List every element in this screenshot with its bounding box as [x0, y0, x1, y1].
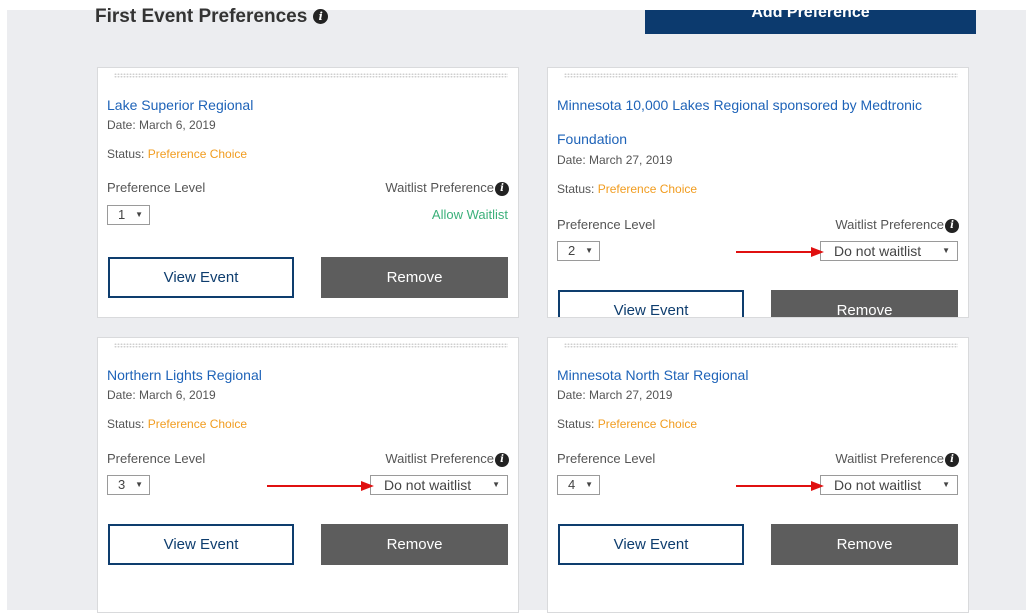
date-value: March 27, 2019: [589, 153, 673, 167]
status-value: Preference Choice: [597, 417, 698, 431]
section-title-text: First Event Preferences: [95, 6, 308, 27]
event-card-lake-superior: Lake Superior Regional Date: March 6, 20…: [97, 67, 519, 318]
status-value: Preference Choice: [597, 182, 698, 196]
chevron-down-icon: ▼: [135, 210, 143, 219]
preference-level-select[interactable]: 1 ▼: [107, 205, 150, 225]
preference-level-value: 3: [118, 477, 126, 492]
waitlist-preference-label: Waitlist Preference i: [385, 451, 509, 467]
status-prefix: Status:: [107, 417, 148, 431]
event-status: Status: Preference Choice: [107, 417, 247, 431]
allow-waitlist-text: Allow Waitlist: [431, 207, 508, 222]
red-arrow-icon: [736, 247, 824, 257]
event-status: Status: Preference Choice: [107, 147, 247, 161]
info-icon[interactable]: i: [495, 181, 509, 196]
date-prefix: Date:: [557, 388, 590, 402]
remove-button[interactable]: Remove: [771, 524, 958, 565]
waitlist-preference-value: Do not waitlist: [384, 477, 472, 493]
event-name-link[interactable]: Lake Superior Regional: [107, 88, 504, 122]
waitlist-preference-label: Waitlist Preference i: [385, 180, 509, 196]
date-value: March 6, 2019: [139, 118, 216, 132]
chevron-down-icon: ▼: [942, 480, 950, 489]
status-prefix: Status:: [557, 417, 598, 431]
section-title: First Event Preferences i: [95, 6, 329, 28]
chevron-down-icon: ▼: [135, 480, 143, 489]
drag-handle[interactable]: [114, 73, 508, 78]
chevron-down-icon: ▼: [942, 246, 950, 255]
waitlist-preference-label: Waitlist Preference i: [835, 217, 959, 233]
view-event-button[interactable]: View Event: [558, 524, 744, 565]
info-icon[interactable]: i: [495, 452, 509, 467]
event-card-northern-lights: Northern Lights Regional Date: March 6, …: [97, 337, 519, 613]
waitlist-preference-select[interactable]: Do not waitlist ▼: [820, 475, 958, 495]
event-card-minnesota-north-star: Minnesota North Star Regional Date: Marc…: [547, 337, 969, 613]
status-value: Preference Choice: [147, 417, 248, 431]
waitlist-preference-text: Waitlist Preference: [835, 217, 944, 232]
info-icon[interactable]: i: [313, 9, 329, 25]
event-card-minnesota-10000-lakes: Minnesota 10,000 Lakes Regional sponsore…: [547, 67, 969, 318]
event-name-link[interactable]: Minnesota 10,000 Lakes Regional sponsore…: [557, 88, 954, 156]
preference-level-label: Preference Level: [557, 451, 656, 466]
add-preference-label: Add Preference: [751, 10, 870, 21]
drag-handle[interactable]: [564, 73, 958, 78]
preference-level-value: 1: [118, 207, 126, 222]
add-preference-button[interactable]: Add Preference: [645, 10, 976, 34]
preference-level-value: 4: [568, 477, 576, 492]
status-prefix: Status:: [557, 182, 598, 196]
chevron-down-icon: ▼: [492, 480, 500, 489]
event-name-link[interactable]: Minnesota North Star Regional: [557, 358, 954, 392]
status-value: Preference Choice: [147, 147, 248, 161]
event-status: Status: Preference Choice: [557, 182, 697, 196]
date-value: March 27, 2019: [589, 388, 673, 402]
red-arrow-icon: [736, 481, 824, 491]
view-event-button[interactable]: View Event: [108, 524, 294, 565]
waitlist-preference-text: Waitlist Preference: [835, 451, 944, 466]
event-status: Status: Preference Choice: [557, 417, 697, 431]
waitlist-preference-text: Waitlist Preference: [385, 451, 494, 466]
event-date: Date: March 27, 2019: [557, 388, 672, 402]
drag-handle[interactable]: [114, 343, 508, 348]
event-date: Date: March 6, 2019: [107, 388, 216, 402]
chevron-down-icon: ▼: [585, 246, 593, 255]
waitlist-preference-select[interactable]: Do not waitlist ▼: [370, 475, 508, 495]
waitlist-preference-label: Waitlist Preference i: [835, 451, 959, 467]
red-arrow-icon: [267, 481, 374, 491]
preference-level-select[interactable]: 3 ▼: [107, 475, 150, 495]
remove-button[interactable]: Remove: [321, 257, 508, 298]
remove-button[interactable]: Remove: [771, 290, 958, 317]
drag-handle[interactable]: [564, 343, 958, 348]
waitlist-preference-value: Do not waitlist: [834, 243, 922, 259]
preference-level-value: 2: [568, 243, 576, 258]
view-event-button[interactable]: View Event: [558, 290, 744, 317]
waitlist-preference-select[interactable]: Do not waitlist ▼: [820, 241, 958, 261]
preference-level-label: Preference Level: [107, 451, 206, 466]
preference-level-label: Preference Level: [557, 217, 656, 232]
chevron-down-icon: ▼: [585, 480, 593, 489]
date-prefix: Date:: [107, 118, 140, 132]
preference-level-select[interactable]: 2 ▼: [557, 241, 600, 261]
view-event-button[interactable]: View Event: [108, 257, 294, 298]
waitlist-preference-value: Do not waitlist: [834, 477, 922, 493]
info-icon[interactable]: i: [945, 218, 959, 233]
event-date: Date: March 27, 2019: [557, 153, 672, 167]
date-prefix: Date:: [107, 388, 140, 402]
date-value: March 6, 2019: [139, 388, 216, 402]
preference-level-select[interactable]: 4 ▼: [557, 475, 600, 495]
waitlist-preference-text: Waitlist Preference: [385, 180, 494, 195]
info-icon[interactable]: i: [945, 452, 959, 467]
event-date: Date: March 6, 2019: [107, 118, 216, 132]
preference-level-label: Preference Level: [107, 180, 206, 195]
preferences-panel: First Event Preferences i Add Preference …: [7, 6, 1026, 613]
event-name-link[interactable]: Northern Lights Regional: [107, 358, 504, 392]
date-prefix: Date:: [557, 153, 590, 167]
remove-button[interactable]: Remove: [321, 524, 508, 565]
status-prefix: Status:: [107, 147, 148, 161]
